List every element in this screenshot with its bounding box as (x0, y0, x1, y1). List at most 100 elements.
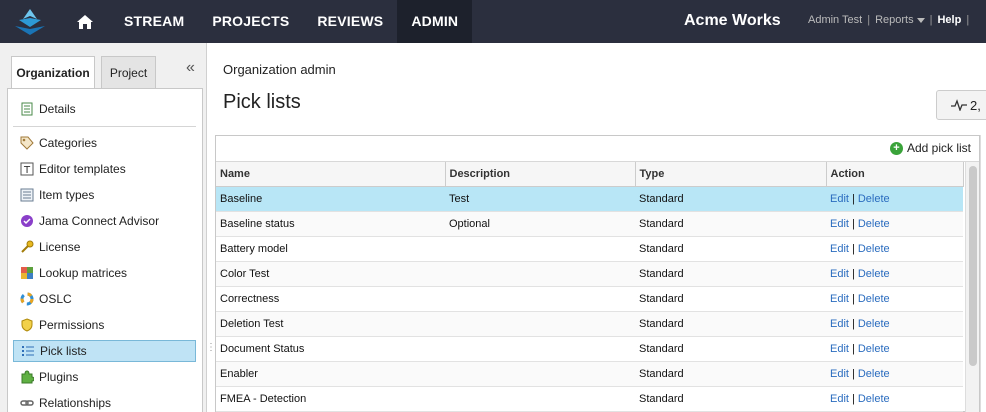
edit-link[interactable]: Edit (830, 268, 849, 280)
table-row[interactable]: Battery model Standard Edit | Delete (216, 236, 963, 262)
cell-description (445, 336, 635, 362)
link-separator: | (851, 242, 855, 255)
sidebar-item-relationships[interactable]: Relationships (13, 392, 196, 412)
puzzle-icon (20, 370, 35, 384)
breadcrumb: Organization admin (223, 62, 336, 77)
user-name-link[interactable]: Admin Test (808, 14, 862, 26)
cell-name: Document Status (216, 336, 445, 362)
table-row[interactable]: Deletion Test Standard Edit | Delete (216, 311, 963, 337)
table-row[interactable]: FMEA - Detection Standard Edit | Delete (216, 386, 963, 412)
sidebar-item-label: Editor templates (39, 162, 126, 176)
column-header-name[interactable]: Name (216, 162, 446, 187)
cell-action: Edit | Delete (826, 211, 963, 237)
reports-menu[interactable]: Reports (875, 14, 914, 26)
cell-name: Correctness (216, 286, 445, 312)
column-header-action[interactable]: Action (826, 162, 964, 187)
sidebar-item-jama-connect-advisor[interactable]: Jama Connect Advisor (13, 210, 196, 232)
table-row[interactable]: Baseline Test Standard Edit | Delete (216, 186, 963, 212)
sidebar-item-categories[interactable]: Categories (13, 132, 196, 154)
tab-organization[interactable]: Organization (11, 56, 95, 89)
add-pick-list-button[interactable]: + Add pick list (889, 141, 971, 155)
cell-action: Edit | Delete (826, 286, 963, 312)
help-link[interactable]: Help (937, 14, 961, 26)
link-separator: | (851, 192, 855, 205)
jama-logo-icon[interactable] (0, 0, 60, 43)
vertical-scrollbar[interactable] (965, 162, 979, 412)
edit-link[interactable]: Edit (830, 193, 849, 205)
sidebar-item-pick-lists[interactable]: Pick lists (13, 340, 196, 362)
resize-handle[interactable]: ⋮ (206, 343, 216, 353)
user-menu: Admin Test | Reports | Help | (808, 14, 974, 26)
link-separator: | (851, 367, 855, 380)
delete-link[interactable]: Delete (858, 268, 890, 280)
cell-action: Edit | Delete (826, 261, 963, 287)
cell-name: Enabler (216, 361, 445, 387)
scrollbar-thumb[interactable] (969, 166, 977, 366)
cell-type: Standard (635, 186, 826, 212)
link-separator: | (851, 392, 855, 405)
delete-link[interactable]: Delete (858, 243, 890, 255)
table-row[interactable]: Correctness Standard Edit | Delete (216, 286, 963, 312)
delete-link[interactable]: Delete (858, 293, 890, 305)
column-header-type[interactable]: Type (635, 162, 827, 187)
cell-name: FMEA - Detection (216, 386, 445, 412)
tab-project[interactable]: Project (101, 56, 156, 88)
link-separator: | (851, 342, 855, 355)
chevron-down-icon[interactable] (916, 17, 925, 23)
cell-action: Edit | Delete (826, 186, 963, 212)
cell-action: Edit | Delete (826, 336, 963, 362)
table-row[interactable]: Document Status Standard Edit | Delete (216, 336, 963, 362)
table-row[interactable]: Color Test Standard Edit | Delete (216, 261, 963, 287)
nav-reviews[interactable]: REVIEWS (303, 0, 397, 43)
cell-action: Edit | Delete (826, 236, 963, 262)
sidebar-item-item-types[interactable]: Item types (13, 184, 196, 206)
cell-type: Standard (635, 386, 826, 412)
delete-link[interactable]: Delete (858, 318, 890, 330)
cell-description (445, 236, 635, 262)
separator: | (867, 14, 871, 26)
table-row[interactable]: Baseline status Optional Standard Edit | Dele… (216, 211, 963, 237)
sidebar-item-lookup-matrices[interactable]: Lookup matrices (13, 262, 196, 284)
cell-description (445, 311, 635, 337)
edit-link[interactable]: Edit (830, 318, 849, 330)
table-row[interactable]: Enabler Standard Edit | Delete (216, 361, 963, 387)
key-icon (20, 240, 34, 254)
activity-pulse-icon (951, 99, 967, 111)
cell-type: Standard (635, 211, 826, 237)
column-header-description[interactable]: Description (445, 162, 636, 187)
sidebar-item-permissions[interactable]: Permissions (13, 314, 196, 336)
delete-link[interactable]: Delete (858, 193, 890, 205)
edit-link[interactable]: Edit (830, 243, 849, 255)
delete-link[interactable]: Delete (858, 343, 890, 355)
sidebar-item-license[interactable]: License (13, 236, 196, 258)
activity-count: 2, (970, 97, 981, 113)
sidebar-item-oslc[interactable]: OSLC (13, 288, 196, 310)
home-icon[interactable] (60, 0, 110, 43)
cell-description: Test (445, 186, 635, 212)
nav-stream[interactable]: STREAM (110, 0, 198, 43)
edit-link[interactable]: Edit (830, 218, 849, 230)
nav-admin[interactable]: ADMIN (397, 0, 473, 43)
page-title: Pick lists (223, 91, 301, 113)
sidebar-item-label: Relationships (39, 396, 112, 410)
pick-lists-table: Name Description Type Action Baseline Tes… (216, 162, 964, 412)
edit-link[interactable]: Edit (830, 393, 849, 405)
sidebar-item-label: Jama Connect Advisor (39, 214, 160, 228)
delete-link[interactable]: Delete (858, 393, 890, 405)
plus-icon: + (889, 141, 903, 155)
activity-button[interactable]: 2, (936, 90, 986, 120)
tag-icon (20, 136, 34, 150)
collapse-sidebar-icon[interactable]: « (186, 59, 195, 77)
delete-link[interactable]: Delete (858, 368, 890, 380)
edit-link[interactable]: Edit (830, 293, 849, 305)
sidebar-item-details[interactable]: Details (13, 98, 196, 120)
right-panel-edge (980, 135, 986, 412)
sidebar-item-label: Categories (39, 136, 98, 150)
edit-link[interactable]: Edit (830, 368, 849, 380)
nav-projects[interactable]: PROJECTS (198, 0, 303, 43)
sidebar-item-editor-templates[interactable]: T Editor templates (13, 158, 196, 180)
shield-icon (20, 318, 34, 332)
delete-link[interactable]: Delete (858, 218, 890, 230)
edit-link[interactable]: Edit (830, 343, 849, 355)
sidebar-item-plugins[interactable]: Plugins (13, 366, 196, 388)
